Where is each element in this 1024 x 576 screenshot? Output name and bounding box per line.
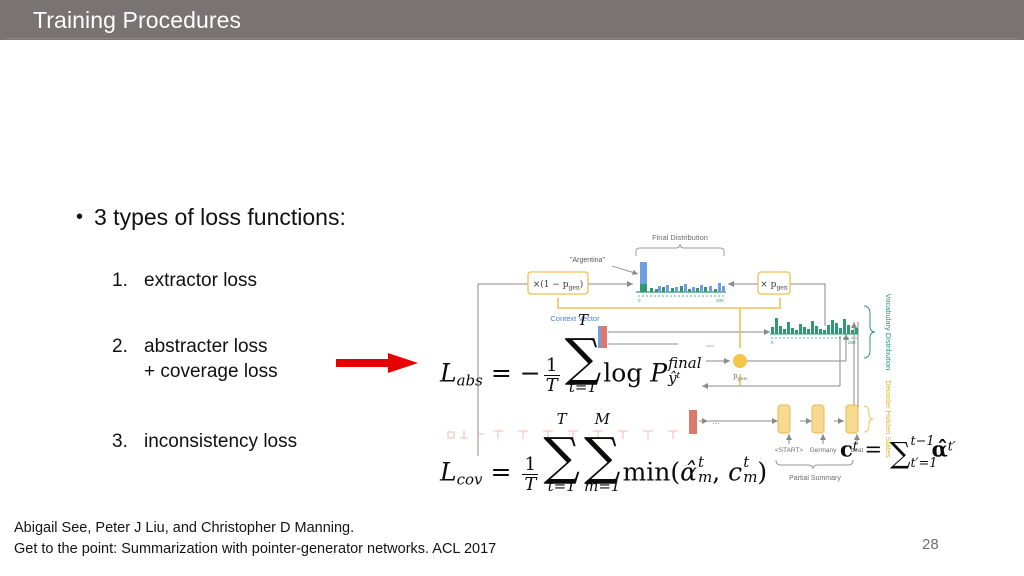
final-distribution-label: Final Distribution (652, 233, 708, 242)
eq-abs-lhs: L (440, 358, 457, 388)
eq-abs-p: P (650, 358, 668, 388)
eq-abs-minus: − (519, 358, 541, 388)
eq-cov-comma: , (712, 457, 729, 487)
pgen-node: pgen (733, 354, 748, 382)
list-item-body: extractor loss (144, 268, 257, 293)
eq-cov-alpha-sub: m (698, 467, 713, 486)
decoder-token-germany: Germany (810, 447, 837, 454)
decoder-token-start: <START> (775, 447, 804, 454)
vocabulary-distribution-chart: 0 200 Vocabulary Distribution (770, 294, 893, 371)
eq-ct-alpha-sup: t′ (947, 438, 956, 454)
list-item-body: inconsistency loss (144, 429, 297, 454)
eq-cov-frac-den: T (522, 473, 539, 495)
eq-cov-c: c (728, 457, 743, 487)
times-pgen-label: × p (760, 280, 776, 290)
eq-abs-sigma-top: T (577, 310, 588, 329)
lead-bullet-text: 3 types of loss functions: (94, 204, 346, 230)
eq-cov-sigma1-bottom: t=1 (547, 476, 576, 495)
eq-cov-sigma2-bottom: m=1 (584, 476, 621, 495)
eq-ct-sigma-glyph: ∑ (889, 436, 911, 470)
final-distribution-chart: Final Distribution 0 200 (635, 233, 726, 303)
eq-cov-alpha: α̂ (680, 457, 698, 487)
partial-summary-label: Partial Summary (789, 475, 841, 482)
eq-abs-frac-num: 1 (545, 354, 558, 376)
eq-cov-close-paren: ) (757, 457, 768, 487)
eq-ct-lhs-sup: t (852, 438, 858, 454)
eq-cov-sigma2-top: M (594, 409, 610, 428)
eq-ct-equals: = (864, 437, 883, 462)
svg-text:pgen: pgen (733, 372, 748, 382)
list-item-extractor-loss: 1. extractor loss (112, 268, 257, 293)
eq-abs-equals: = (490, 358, 512, 388)
eq-ct-lhs: c (840, 436, 853, 462)
citation-block: Abigail See, Peter J Liu, and Christophe… (14, 518, 496, 560)
paren-close: ) (580, 279, 584, 290)
eq-cov-c-sub: m (743, 467, 758, 486)
list-item-line2: + coverage loss (144, 361, 278, 382)
eq-cov-equals: = (490, 457, 512, 487)
pgen-sub: gen (738, 376, 748, 382)
eq-cov-sigma-2: M ∑ m=1 (583, 411, 621, 495)
slide-title: Training Procedures (33, 7, 242, 33)
eq-ct-sigma-bottom: t′=1 (910, 456, 938, 472)
eq-cov-lhs-sub: cov (456, 470, 483, 489)
eq-cov-fraction: 1T (522, 453, 539, 495)
final-axis-end: 200 (716, 298, 724, 303)
vocabulary-distribution-label: Vocabulary Distribution (884, 294, 893, 371)
eq-ct-sigma: ∑ t−1 t′=1 (889, 434, 938, 471)
list-item-index: 3. (112, 431, 128, 452)
eq-abs-lhs-sub: abs (456, 371, 483, 390)
eq-abs-fraction: 1T (543, 354, 560, 396)
bullet-glyph-icon: • (76, 206, 84, 228)
times-one-minus-pgen-box: ×(1 − pgen) (527, 271, 589, 295)
eq-cov-min: min( (622, 457, 681, 487)
list-item-line1: extractor loss (144, 270, 257, 291)
bullet-content-block: • 3 types of loss functions: 1. extracto… (76, 203, 456, 452)
list-item-line1: inconsistency loss (144, 431, 298, 452)
eq-abs-sigma: T ∑ t=1 (564, 312, 602, 396)
list-item-inconsistency-loss: 3. inconsistency loss (112, 429, 297, 454)
red-arrow-icon (336, 352, 418, 374)
eq-cov-sigma-1: T ∑ t=1 (543, 411, 580, 495)
eq-abs-p-scripts: final ŷᵗ (668, 355, 701, 387)
page-number: 28 (922, 536, 939, 553)
eq-cov-frac-num: 1 (524, 453, 537, 475)
eq-cov-sigma1-glyph: ∑ (543, 426, 580, 487)
eq-abs-p-sub: ŷᵗ (668, 368, 681, 387)
slide-canvas: Training Procedures • 3 types of loss fu… (0, 0, 1024, 576)
pgen-subscript: gen (776, 285, 787, 292)
eq-cov-sigma1-top: T (556, 409, 567, 428)
vocab-axis-start: 0 (771, 340, 774, 345)
eq-cov-c-scripts: tm (743, 454, 758, 486)
list-item-body: abstracter loss + coverage loss (144, 334, 278, 384)
times-pgen-box: × pgen (757, 271, 791, 295)
eq-cov-alpha-scripts: tm (698, 454, 713, 486)
list-item-line1: abstracter loss (144, 336, 268, 357)
citation-line-1: Abigail See, Peter J Liu, and Christophe… (14, 520, 355, 536)
lead-bullet-row: • 3 types of loss functions: (76, 203, 456, 231)
title-bar: Training Procedures (0, 0, 1024, 40)
eq-ct-sigma-top: t−1 (910, 434, 935, 450)
eq-abs-sigma-bottom: t=1 (568, 377, 598, 396)
eq-abs-log: log (603, 358, 643, 388)
pgen-subscript: gen (569, 285, 580, 292)
vocab-axis-end: 200 (848, 340, 856, 345)
list-item-abstracter-loss: 2. abstracter loss + coverage loss (112, 334, 278, 384)
equation-coverage-loss: Lcov = 1 T T ∑ t=1 M ∑ m=1 min(α̂ t m, c t m) (440, 411, 768, 495)
pointer-generator-figure: ... Final Distribution 0 200 "Argentina"… (440, 226, 1010, 498)
equation-coverage-vector: ct = ∑ t−1 t′=1 α̂t′ (840, 434, 956, 471)
citation-line-2: Get to the point: Summarization with poi… (14, 541, 497, 557)
argentina-label: "Argentina" (570, 257, 605, 264)
times-one-minus-pgen-label: ×(1 − p (533, 279, 569, 290)
eq-abs-frac-den: T (543, 374, 560, 396)
final-axis-start: 0 (638, 298, 641, 303)
eq-cov-sigma2-glyph: ∑ (583, 426, 621, 487)
list-item-index: 2. (112, 336, 128, 357)
eq-abs-sigma-glyph: ∑ (564, 327, 602, 388)
equation-abstracter-loss: Labs = −1 T T ∑ t=1 log Pfinal ŷᵗ (440, 312, 702, 396)
eq-cov-lhs: L (440, 457, 457, 487)
list-item-index: 1. (112, 270, 128, 291)
